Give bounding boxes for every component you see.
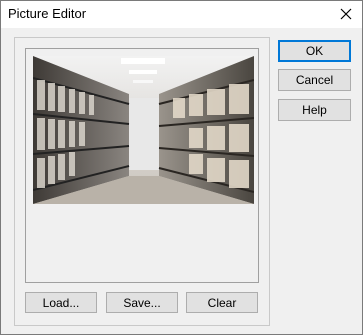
cancel-button-label: Cancel [295,73,334,87]
picture-well [25,48,259,283]
close-icon [340,8,352,20]
window-title: Picture Editor [8,6,87,21]
clear-button[interactable]: Clear [186,292,258,313]
clear-button-label: Clear [207,295,237,310]
title-bar: Picture Editor [1,1,362,28]
picture-group: Load... Save... Clear [14,37,270,326]
save-button[interactable]: Save... [106,292,178,313]
archive-shelves-image [33,56,254,204]
ok-button[interactable]: OK [278,40,351,62]
help-button-label: Help [302,103,327,117]
close-button[interactable] [330,1,362,28]
load-button[interactable]: Load... [25,292,97,313]
picture-preview [33,56,254,204]
cancel-button[interactable]: Cancel [278,69,351,91]
help-button[interactable]: Help [278,99,351,121]
save-button-label: Save... [123,295,161,310]
ok-button-label: OK [305,44,324,58]
load-button-label: Load... [42,295,80,310]
picture-editor-dialog: Picture Editor Load... Save... Clear OK … [0,0,363,335]
